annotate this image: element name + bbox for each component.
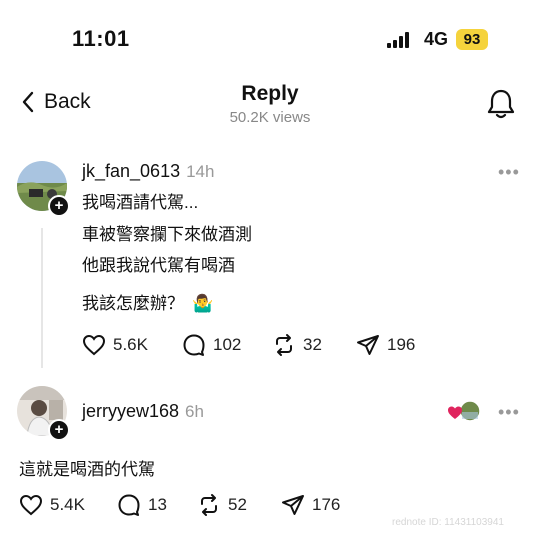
watermark: rednote ID: 11431103941 bbox=[392, 517, 504, 528]
post-question-line: 我該怎麼辦？ 🤷‍♂️ bbox=[82, 294, 213, 314]
reply-follow-plus-button[interactable]: + bbox=[48, 419, 70, 441]
reply-repost-button[interactable]: 52 bbox=[197, 493, 281, 517]
reply-header: jerryyew168 6h bbox=[82, 401, 204, 422]
post-repost-count: 32 bbox=[303, 335, 322, 354]
back-button[interactable]: Back bbox=[22, 90, 91, 114]
reply-username[interactable]: jerryyew168 bbox=[82, 401, 179, 422]
comment-icon bbox=[183, 334, 205, 356]
send-icon bbox=[282, 495, 304, 515]
post-line-1: 我喝酒請代駕... bbox=[82, 193, 199, 212]
view-count: 50.2K views bbox=[229, 109, 311, 126]
page-title: Reply bbox=[241, 82, 299, 105]
reply-comment-button[interactable]: 13 bbox=[117, 493, 197, 517]
post-share-button[interactable]: 196 bbox=[356, 333, 415, 357]
status-time: 11:01 bbox=[72, 26, 130, 51]
post-time-ago: 14h bbox=[186, 162, 215, 181]
post-comment-button[interactable]: 102 bbox=[182, 333, 272, 357]
author-liked-badge bbox=[448, 400, 482, 422]
post-repost-button[interactable]: 32 bbox=[272, 333, 356, 357]
bell-icon bbox=[487, 89, 515, 119]
repost-icon bbox=[276, 334, 292, 356]
reply-share-button[interactable]: 176 bbox=[281, 493, 340, 517]
reply-like-count: 5.4K bbox=[50, 495, 85, 514]
post-comment-count: 102 bbox=[213, 335, 242, 354]
reply-text: 這就是喝酒的代駕 bbox=[19, 460, 155, 479]
signal-icon bbox=[387, 32, 409, 48]
reply-comment-count: 13 bbox=[148, 495, 167, 514]
post-more-button[interactable]: ••• bbox=[498, 162, 520, 183]
reply-actions: 5.4K 13 52 176 bbox=[19, 493, 340, 517]
thread-line bbox=[41, 228, 43, 368]
reply-like-button[interactable]: 5.4K bbox=[19, 494, 117, 516]
send-icon bbox=[357, 335, 379, 355]
comment-icon bbox=[118, 494, 140, 516]
chevron-left-icon bbox=[22, 91, 34, 113]
post-share-count: 196 bbox=[387, 335, 416, 354]
network-label: 4G bbox=[424, 29, 449, 49]
header-title-block: Reply 50.2K views bbox=[200, 82, 340, 126]
notifications-button[interactable] bbox=[486, 88, 516, 125]
battery-level: 93 bbox=[456, 29, 488, 50]
reply-share-count: 176 bbox=[312, 495, 341, 514]
reply-repost-count: 52 bbox=[228, 495, 247, 514]
follow-plus-button[interactable]: + bbox=[48, 195, 70, 217]
post-header: jk_fan_0613 14h bbox=[82, 161, 214, 182]
post-question: 我該怎麼辦？ bbox=[82, 294, 184, 313]
post-line-3: 他跟我說代駕有喝酒 bbox=[82, 256, 235, 275]
post-like-count: 5.6K bbox=[113, 335, 148, 354]
shrug-emoji: 🤷‍♂️ bbox=[192, 294, 214, 313]
post-actions: 5.6K 102 32 196 bbox=[82, 333, 415, 357]
post-line-2: 車被警察攔下來做酒測 bbox=[82, 225, 252, 244]
post-username[interactable]: jk_fan_0613 bbox=[82, 161, 180, 182]
heart-icon bbox=[82, 334, 106, 356]
reply-time-ago: 6h bbox=[185, 402, 204, 421]
post-like-button[interactable]: 5.6K bbox=[82, 334, 182, 356]
reply-more-button[interactable]: ••• bbox=[498, 402, 520, 423]
heart-icon bbox=[19, 494, 43, 516]
liked-by-author-icon bbox=[448, 400, 481, 422]
repost-icon bbox=[201, 494, 217, 516]
back-label: Back bbox=[44, 90, 91, 113]
